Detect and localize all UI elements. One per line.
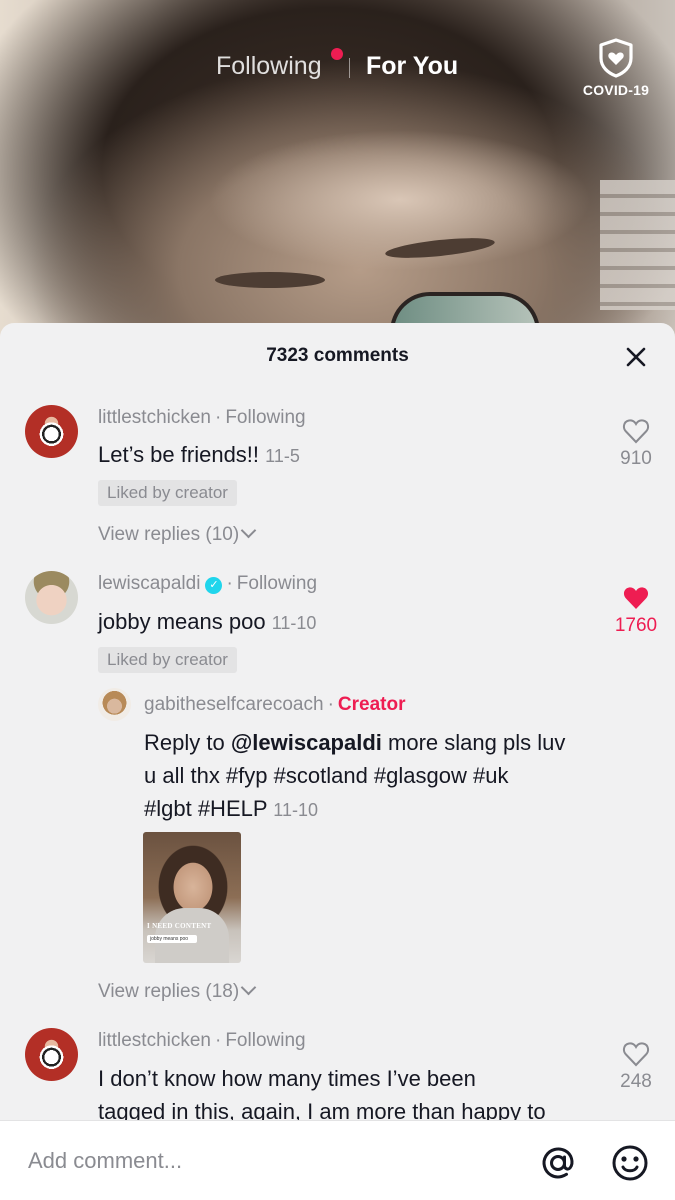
comment-date: 11-5 <box>265 446 300 466</box>
heart-outline-icon <box>622 1042 650 1067</box>
tab-following[interactable]: Following <box>216 52 322 81</box>
shield-heart-icon <box>599 38 633 78</box>
video-window-blinds <box>600 180 675 310</box>
creator-tag: Creator <box>337 694 406 715</box>
chevron-down-icon <box>240 979 257 996</box>
like-button[interactable]: 248 <box>606 1041 666 1093</box>
comment-username[interactable]: littlestchicken <box>98 1030 211 1051</box>
emoji-icon[interactable] <box>610 1143 650 1183</box>
video-eyebrow-left <box>215 272 325 288</box>
heart-outline-icon <box>622 419 650 444</box>
like-count: 910 <box>620 448 652 469</box>
chevron-down-icon <box>240 522 257 539</box>
reply-prefix: Reply to <box>144 730 231 755</box>
like-button[interactable]: 910 <box>606 418 666 470</box>
view-replies-label: View replies (18) <box>98 981 240 1002</box>
following-notification-dot <box>331 48 343 60</box>
comment-username-line: lewiscapaldi ✓ · Following <box>98 573 318 594</box>
comment-username-line: littlestchicken · Following <box>98 407 306 428</box>
like-count: 248 <box>620 1071 652 1092</box>
covid-label: COVID-19 <box>582 82 650 98</box>
view-replies-label: View replies (10) <box>98 524 240 545</box>
reply-text-rest: more slang pls luv <box>381 730 566 755</box>
covid-info-button[interactable]: COVID-19 <box>578 38 654 98</box>
comment-date: 11-10 <box>271 613 317 633</box>
comment-body: jobby means poo <box>98 609 266 634</box>
comment-username[interactable]: littlestchicken <box>98 407 211 428</box>
close-icon[interactable] <box>622 343 650 371</box>
liked-by-creator-badge: Liked by creator <box>98 647 237 673</box>
tab-for-you[interactable]: For You <box>366 52 458 81</box>
heart-filled-icon <box>623 587 649 609</box>
feed-tabs: Following For You <box>0 48 675 86</box>
mention-link[interactable]: @lewiscapaldi <box>231 730 382 755</box>
thumbnail-comment-pill: jobby means poo <box>147 935 197 943</box>
reply-text-line-3: #lgbt #HELP 11-10 <box>144 792 614 827</box>
reply-text-line-1: Reply to @lewiscapaldi more slang pls lu… <box>144 726 614 759</box>
liked-by-creator-badge: Liked by creator <box>98 480 237 506</box>
comment-text-line-1: I don’t know how many times I’ve been <box>98 1066 476 1091</box>
avatar[interactable] <box>25 571 78 624</box>
reply-video-thumbnail[interactable]: I NEED CONTENT jobby means poo <box>143 832 241 963</box>
reply-text: Reply to @lewiscapaldi more slang pls lu… <box>144 726 614 827</box>
comment-username-line: littlestchicken · Following <box>98 1030 306 1051</box>
comment-body: Let’s be friends!! <box>98 442 260 467</box>
comment-text: Let’s be friends!! 11-5 <box>98 438 300 473</box>
view-replies-button[interactable]: View replies (10) <box>98 522 257 546</box>
comment-text: I don’t know how many times I’ve been ta… <box>98 1062 608 1128</box>
comments-count-title: 7323 comments <box>266 345 409 366</box>
tab-divider <box>349 58 350 78</box>
comment-text: jobby means poo 11-10 <box>98 605 316 640</box>
reply-username[interactable]: gabitheselfcarecoach <box>144 694 324 715</box>
at-sign-icon[interactable] <box>538 1143 578 1183</box>
like-button[interactable]: 1760 <box>606 585 666 637</box>
reply-text-line-2: u all thx #fyp #scotland #glasgow #uk <box>144 763 509 788</box>
like-count: 1760 <box>614 615 658 636</box>
verified-badge-icon: ✓ <box>205 577 223 594</box>
following-status: Following <box>236 573 318 594</box>
reply-avatar[interactable] <box>98 688 131 721</box>
comment-date: 11-10 <box>273 800 318 820</box>
comment-input[interactable]: Add comment... <box>28 1148 182 1174</box>
view-replies-button[interactable]: View replies (18) <box>98 979 257 1003</box>
reply-hashtags: #lgbt #HELP <box>144 796 268 821</box>
following-status: Following <box>225 1030 306 1051</box>
avatar[interactable] <box>25 405 78 458</box>
following-status: Following <box>225 407 306 428</box>
comments-sheet: 7323 comments littlestchicken · Following … <box>0 323 675 1200</box>
reply-username-line: gabitheselfcarecoach · Creator <box>144 694 406 715</box>
video-eyebrow-right <box>384 234 496 262</box>
comment-input-bar: Add comment... <box>0 1120 675 1200</box>
thumbnail-caption: I NEED CONTENT <box>147 922 212 930</box>
comment-username[interactable]: lewiscapaldi <box>98 573 200 594</box>
avatar[interactable] <box>25 1028 78 1081</box>
